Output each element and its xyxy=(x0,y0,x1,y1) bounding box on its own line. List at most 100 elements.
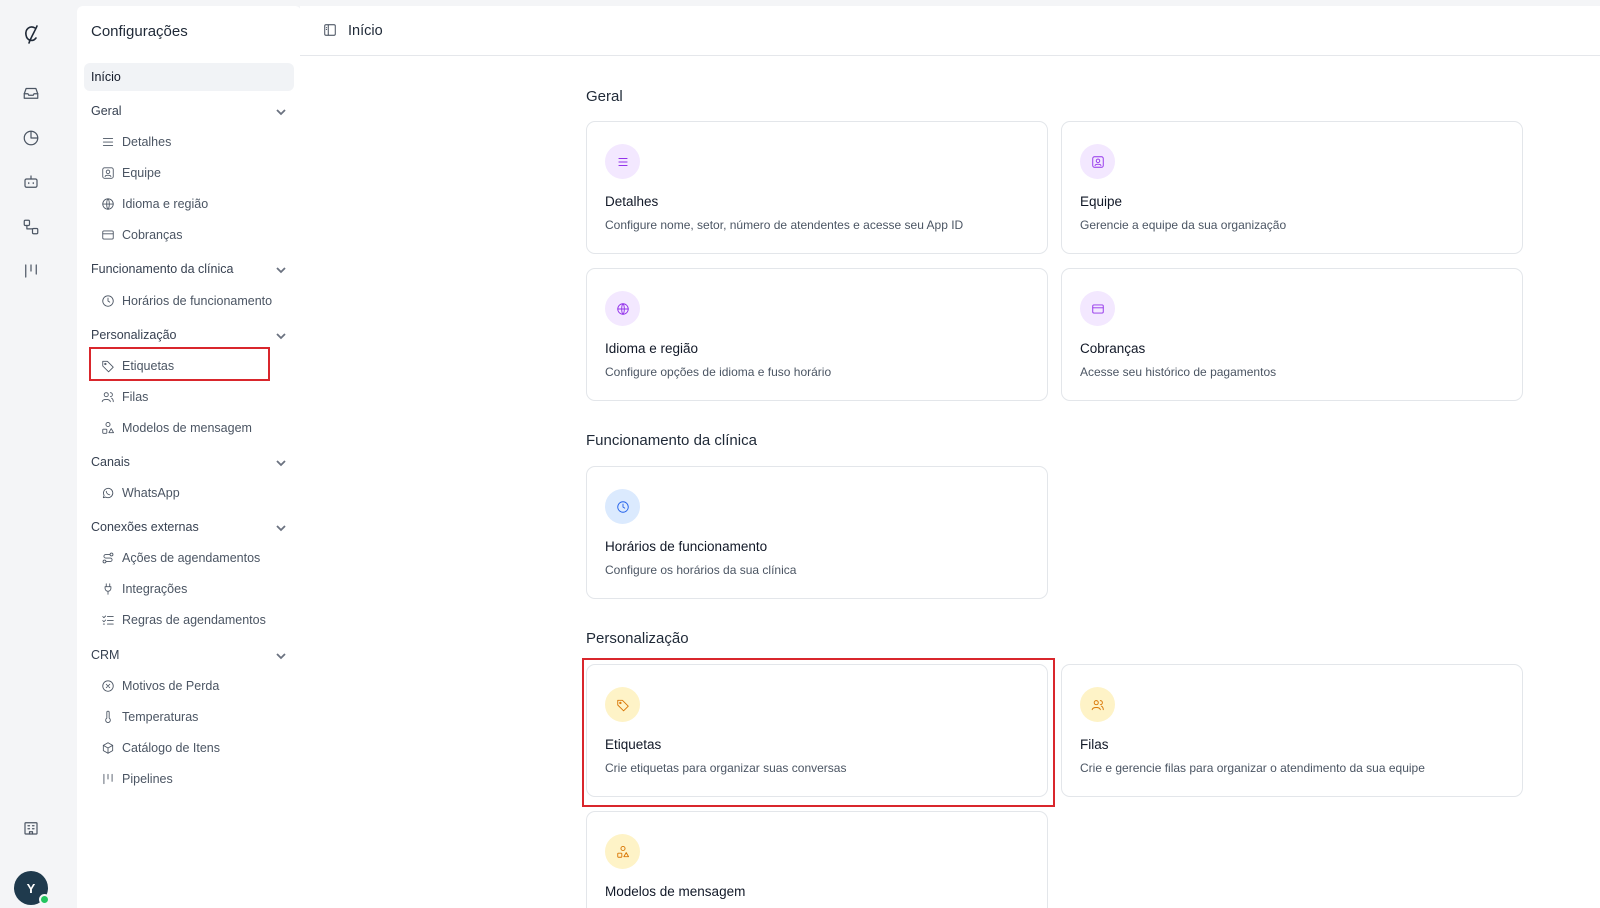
inbox-icon[interactable] xyxy=(17,79,45,107)
card-title: Idioma e região xyxy=(605,341,699,356)
chevron-down-icon xyxy=(275,522,287,534)
section-personalizacao-header[interactable]: Personalização xyxy=(91,328,287,348)
chevron-down-icon xyxy=(275,457,287,469)
card-filas[interactable]: Filas Crie e gerencie filas para organiz… xyxy=(1061,664,1523,797)
group-title-funcionamento: Funcionamento da clínica xyxy=(586,432,757,449)
globe-icon xyxy=(101,197,115,211)
card-title: Horários de funcionamento xyxy=(605,539,768,554)
sidebar-item-label: Ações de agendamentos xyxy=(122,551,261,565)
avatar-initial: Y xyxy=(26,880,36,896)
section-geral-header[interactable]: Geral xyxy=(91,104,287,124)
section-funcionamento-header[interactable]: Funcionamento da clínica xyxy=(91,262,287,282)
sidebar-item-home[interactable]: Início xyxy=(84,63,294,91)
bot-icon[interactable] xyxy=(17,168,45,196)
users-icon xyxy=(101,390,115,404)
sidebar-item-label: Regras de agendamentos xyxy=(122,613,266,627)
sidebar-item-label: Integrações xyxy=(122,582,188,596)
section-label: CRM xyxy=(91,648,120,662)
list-icon xyxy=(101,135,115,149)
card-description: Configure opções de idioma e fuso horári… xyxy=(605,365,832,379)
box-icon xyxy=(101,741,115,755)
sidebar-item-cobrancas[interactable]: Cobranças xyxy=(101,224,182,246)
app-logo-icon[interactable] xyxy=(17,20,45,50)
chevron-down-icon xyxy=(275,264,287,276)
card-title: Cobranças xyxy=(1080,341,1146,356)
card-modelos[interactable]: Modelos de mensagem xyxy=(586,811,1048,908)
sidebar-item-label: Catálogo de Itens xyxy=(122,741,220,755)
sidebar-item-label: Pipelines xyxy=(122,772,173,786)
sidebar-item-temperaturas[interactable]: Temperaturas xyxy=(101,706,198,728)
sidebar-item-label: Modelos de mensagem xyxy=(122,421,252,435)
sidebar-item-equipe[interactable]: Equipe xyxy=(101,162,161,184)
topbar: Início xyxy=(300,6,1600,56)
card-idioma[interactable]: Idioma e região Configure opções de idio… xyxy=(586,268,1048,401)
sidebar-item-motivos[interactable]: Motivos de Perda xyxy=(101,675,219,697)
sidebar-item-filas[interactable]: Filas xyxy=(101,386,148,408)
card-title: Equipe xyxy=(1080,194,1123,209)
sidebar-title: Configurações xyxy=(91,23,188,40)
card-description: Crie e gerencie filas para organizar o a… xyxy=(1080,761,1425,775)
whatsapp-icon xyxy=(101,486,115,500)
card-description: Acesse seu histórico de pagamentos xyxy=(1080,365,1277,379)
card-description: Configure os horários da sua clínica xyxy=(605,563,797,577)
sidebar-item-label: Cobranças xyxy=(122,228,183,242)
sidebar-item-idioma[interactable]: Idioma e região xyxy=(101,193,208,215)
sidebar-item-pipelines[interactable]: Pipelines xyxy=(101,768,173,790)
sidebar-item-label: Etiquetas xyxy=(122,359,175,373)
users-icon xyxy=(1080,687,1115,722)
app-rail: Y xyxy=(0,0,62,908)
list-icon xyxy=(605,144,640,179)
sidebar-item-etiquetas[interactable]: Etiquetas xyxy=(101,355,174,377)
card-description: Crie etiquetas para organizar suas conve… xyxy=(605,761,847,775)
sidebar-item-label: Equipe xyxy=(122,166,161,180)
card-equipe[interactable]: Equipe Gerencie a equipe da sua organiza… xyxy=(1061,121,1523,254)
shapes-icon xyxy=(101,421,115,435)
card-title: Filas xyxy=(1080,737,1109,752)
card-detalhes[interactable]: Detalhes Configure nome, setor, número d… xyxy=(586,121,1048,254)
sidebar-item-integracoes[interactable]: Integrações xyxy=(101,578,187,600)
team-icon xyxy=(101,166,115,180)
sidebar-item-modelos[interactable]: Modelos de mensagem xyxy=(101,417,252,439)
section-label: Funcionamento da clínica xyxy=(91,262,234,276)
group-title-personalizacao: Personalização xyxy=(586,630,689,647)
card-icon xyxy=(101,228,115,242)
chevron-down-icon xyxy=(275,106,287,118)
card-etiquetas[interactable]: Etiquetas Crie etiquetas para organizar … xyxy=(586,664,1048,797)
chevron-down-icon xyxy=(275,330,287,342)
user-avatar[interactable]: Y xyxy=(14,871,50,905)
sidebar-item-label: Idioma e região xyxy=(122,197,209,211)
x-circle-icon xyxy=(101,679,115,693)
section-conexoes-header[interactable]: Conexões externas xyxy=(91,520,287,540)
card-icon xyxy=(1080,291,1115,326)
sidebar-item-catalogo[interactable]: Catálogo de Itens xyxy=(101,737,220,759)
checklist-icon xyxy=(101,613,115,627)
sidebar-item-regras[interactable]: Regras de agendamentos xyxy=(101,609,266,631)
section-label: Canais xyxy=(91,455,130,469)
section-canais-header[interactable]: Canais xyxy=(91,455,287,475)
card-description: Gerencie a equipe da sua organização xyxy=(1080,218,1287,232)
section-label: Personalização xyxy=(91,328,177,342)
sidebar-item-whatsapp[interactable]: WhatsApp xyxy=(101,482,180,504)
pie-chart-icon[interactable] xyxy=(17,124,45,152)
card-horarios[interactable]: Horários de funcionamento Configure os h… xyxy=(586,466,1048,599)
plug-icon xyxy=(101,582,115,596)
building-icon[interactable] xyxy=(17,814,45,842)
pipeline-icon[interactable] xyxy=(17,257,45,285)
section-crm-header[interactable]: CRM xyxy=(91,648,287,668)
settings-sidebar: Configurações Início Geral Detalhes Equi… xyxy=(77,6,301,908)
workflow-icon[interactable] xyxy=(17,213,45,241)
sidebar-item-label: Temperaturas xyxy=(122,710,199,724)
thermometer-icon xyxy=(101,710,115,724)
section-label: Conexões externas xyxy=(91,520,199,534)
sidebar-item-detalhes[interactable]: Detalhes xyxy=(101,131,171,153)
card-description: Configure nome, setor, número de atenden… xyxy=(605,218,964,232)
panel-toggle-icon[interactable] xyxy=(323,23,337,37)
sidebar-item-horarios[interactable]: Horários de funcionamento xyxy=(101,290,272,312)
card-cobrancas[interactable]: Cobranças Acesse seu histórico de pagame… xyxy=(1061,268,1523,401)
chevron-down-icon xyxy=(275,650,287,662)
sidebar-item-label: Motivos de Perda xyxy=(122,679,220,693)
team-icon xyxy=(1080,144,1115,179)
shapes-icon xyxy=(605,834,640,869)
clock-icon xyxy=(605,489,640,524)
sidebar-item-acoes[interactable]: Ações de agendamentos xyxy=(101,547,260,569)
